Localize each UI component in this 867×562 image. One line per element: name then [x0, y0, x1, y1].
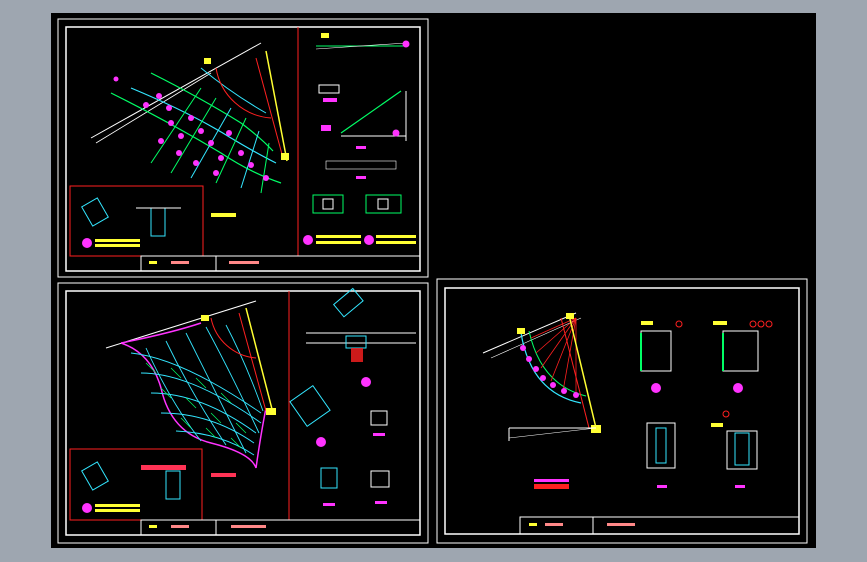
sheet-2	[57, 282, 429, 544]
canopy-plan-1	[90, 42, 289, 194]
canopy-elevation-3	[482, 312, 601, 489]
tb-mark	[171, 261, 189, 264]
cad-model-space[interactable]	[51, 13, 816, 548]
tb-mark	[171, 525, 189, 528]
tb-mark	[149, 261, 157, 264]
tb-mark	[545, 523, 563, 526]
details-1	[303, 33, 416, 245]
detail-box-content-2	[81, 461, 236, 513]
details-2	[289, 287, 416, 506]
sheet-3-inner-frame	[444, 287, 800, 535]
details-3	[640, 320, 773, 488]
tb-mark	[229, 261, 259, 264]
sheet-3	[436, 278, 808, 544]
drawing-canvas	[57, 18, 808, 544]
sheet-1-inner-frame	[65, 26, 421, 272]
tb-mark	[607, 523, 635, 526]
sheet-3-outer-frame	[436, 278, 808, 544]
sheet-1	[57, 18, 429, 278]
canopy-plan-2	[105, 300, 276, 469]
detail-box-content-1	[81, 197, 236, 248]
tb-mark	[529, 523, 537, 526]
tb-mark	[149, 525, 157, 528]
tb-mark	[231, 525, 266, 528]
